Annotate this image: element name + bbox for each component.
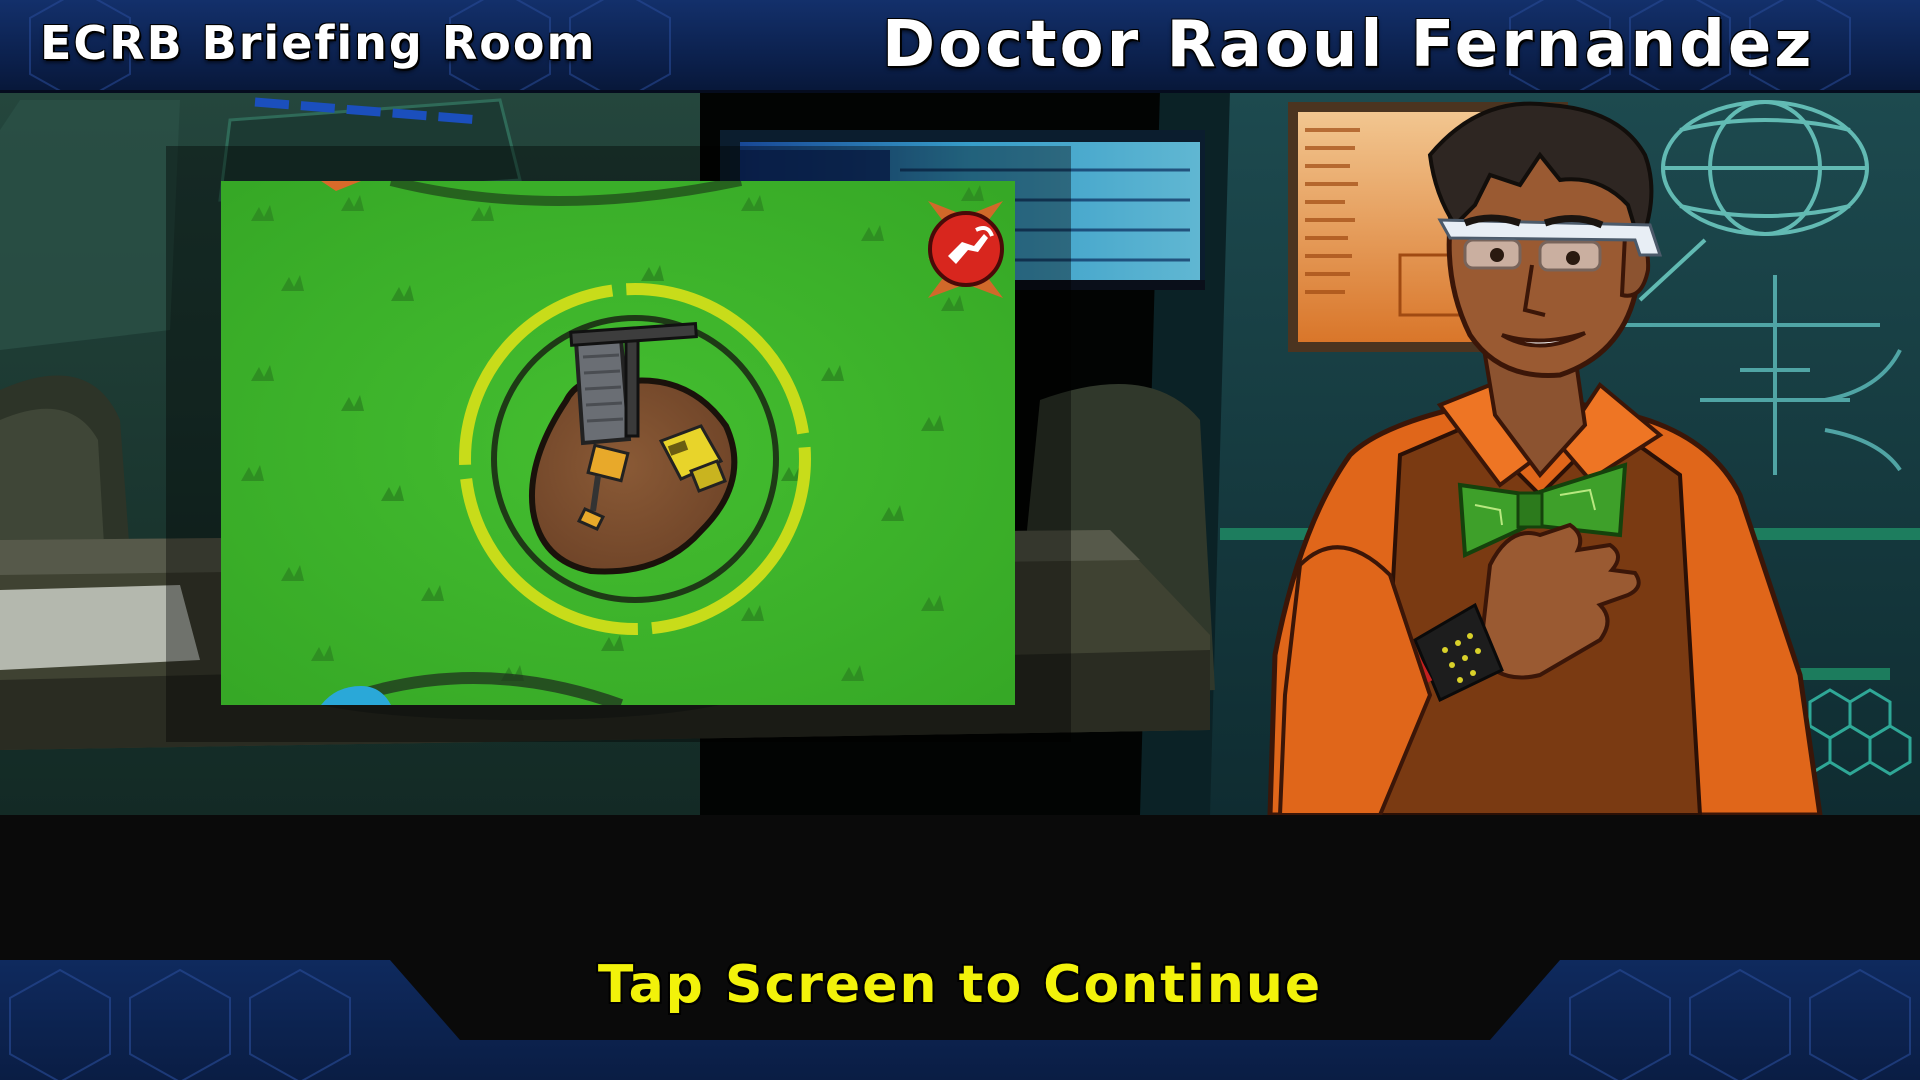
header-bar: ECRB Briefing Room Doctor Raoul Fernande… xyxy=(0,0,1920,93)
map-preview xyxy=(221,181,1015,705)
character-name: Doctor Raoul Fernandez xyxy=(882,8,1815,82)
tap-to-continue-area[interactable]: ECRB Briefing Room Doctor Raoul Fernande… xyxy=(0,0,1920,1080)
scientist-portrait xyxy=(1240,95,1860,829)
tap-to-continue-label[interactable]: Tap Screen to Continue xyxy=(0,955,1920,1015)
room-title: ECRB Briefing Room xyxy=(40,16,597,70)
fuel-pump-icon xyxy=(918,196,1013,305)
